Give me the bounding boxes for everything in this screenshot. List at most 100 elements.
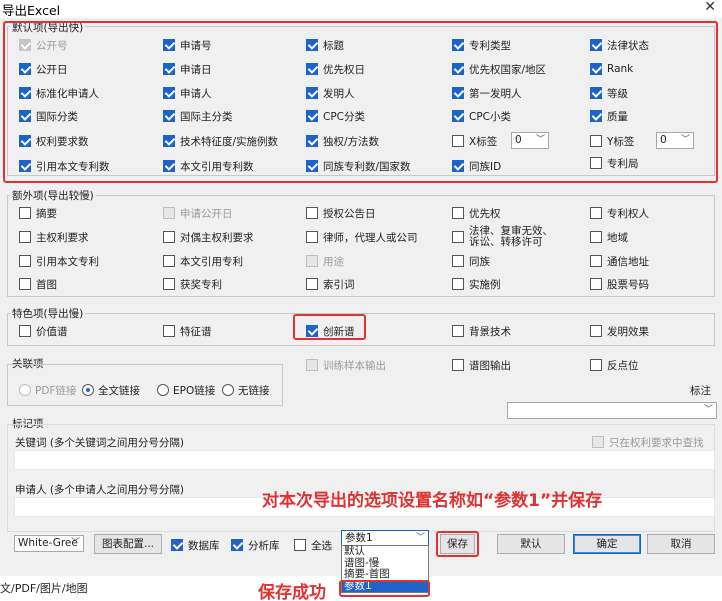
checkbox-pub-no[interactable]: 公开号 (19, 38, 68, 52)
checkbox-x-tag[interactable]: X标签 (452, 134, 497, 148)
checkbox-y-tag[interactable]: Y标签 (590, 134, 634, 148)
checkbox-applicant[interactable]: 申请人 (163, 86, 212, 100)
tab-map[interactable]: 地图 (66, 582, 88, 595)
checkbox-box[interactable] (19, 231, 31, 243)
checkbox-grade[interactable]: 等级 (590, 86, 628, 100)
checkbox-pub-date[interactable]: 公开日 (19, 62, 68, 76)
checkbox-box[interactable] (452, 63, 464, 75)
checkbox-box[interactable] (306, 87, 318, 99)
checkbox-box[interactable] (163, 207, 175, 219)
checkbox-box[interactable] (19, 160, 31, 172)
checkbox-box[interactable] (19, 63, 31, 75)
checkbox-box[interactable] (452, 231, 464, 243)
radio-dot[interactable] (222, 384, 234, 396)
checkbox-box[interactable] (590, 255, 602, 267)
radio-epo-link[interactable]: EPO链接 (157, 383, 215, 397)
checkbox-legal-review[interactable]: 法律、复审无效、诉讼、转移许可 (452, 226, 557, 248)
theme-select[interactable]: White-Gree ﹀ (14, 535, 84, 552)
checkbox-box[interactable] (452, 110, 464, 122)
checkbox-cpc[interactable]: CPC分类 (306, 109, 365, 123)
keyword-input[interactable] (14, 450, 715, 470)
checkbox-cpc-subclass[interactable]: CPC小类 (452, 109, 511, 123)
checkbox-box[interactable] (306, 207, 318, 219)
radio-fulltext-link[interactable]: 全文链接 (82, 383, 140, 397)
checkbox-box[interactable] (19, 135, 31, 147)
checkbox-title[interactable]: 标题 (306, 38, 344, 52)
checkbox-box[interactable] (590, 278, 602, 290)
checkbox-box[interactable] (306, 63, 318, 75)
checkbox-box[interactable] (306, 39, 318, 51)
radio-pdf-link[interactable]: PDF链接 (19, 383, 76, 397)
checkbox-box[interactable] (163, 325, 175, 337)
checkbox-cites-count[interactable]: 本文引用专利数 (163, 159, 254, 173)
checkbox-box[interactable] (452, 160, 464, 172)
checkbox-box[interactable] (163, 87, 175, 99)
annotation-select[interactable]: ﹀ (507, 402, 717, 419)
checkbox-main-claim[interactable]: 主权利要求 (19, 230, 89, 244)
checkbox-invention-effect[interactable]: 发明效果 (590, 324, 649, 338)
checkbox-box[interactable] (590, 135, 602, 147)
checkbox-box[interactable] (452, 325, 464, 337)
cancel-button[interactable]: 取消 (647, 534, 715, 554)
checkbox-box[interactable] (306, 255, 318, 267)
checkbox-box[interactable] (306, 231, 318, 243)
checkbox-reverse-point[interactable]: 反点位 (590, 358, 639, 372)
checkbox-family[interactable]: 同族 (452, 254, 490, 268)
confirm-button[interactable]: 确定 (573, 534, 641, 554)
checkbox-box[interactable] (294, 539, 306, 551)
checkbox-cites[interactable]: 本文引用专利 (163, 254, 243, 268)
checkbox-box[interactable] (163, 160, 175, 172)
checkbox-region[interactable]: 地域 (590, 230, 628, 244)
checkbox-train-output[interactable]: 训练样本输出 (306, 358, 386, 372)
checkbox-box[interactable] (590, 359, 602, 371)
checkbox-box[interactable] (171, 539, 183, 551)
checkbox-app-date[interactable]: 申请日 (163, 62, 212, 76)
checkbox-box[interactable] (452, 87, 464, 99)
checkbox-address[interactable]: 通信地址 (590, 254, 649, 268)
checkbox-priority-date[interactable]: 优先权日 (306, 62, 365, 76)
checkbox-background-tech[interactable]: 背景技术 (452, 324, 511, 338)
checkbox-legal-status[interactable]: 法律状态 (590, 38, 649, 52)
checkbox-patent-office[interactable]: 专利局 (590, 156, 639, 170)
checkbox-box[interactable] (163, 110, 175, 122)
checkbox-rank[interactable]: Rank (590, 62, 633, 76)
checkbox-box[interactable] (306, 135, 318, 147)
checkbox-box[interactable] (452, 278, 464, 290)
checkbox-patent-type[interactable]: 专利类型 (452, 38, 511, 52)
tab-pdf[interactable]: PDF (15, 582, 36, 595)
chart-config-button[interactable]: 图表配置... (94, 534, 162, 554)
checkbox-box[interactable] (19, 87, 31, 99)
checkbox-select-all[interactable]: 全选 (294, 538, 332, 552)
checkbox-ipc-main[interactable]: 国际主分类 (163, 109, 233, 123)
checkbox-claims-only[interactable]: 只在权利要求中查找 (592, 435, 704, 449)
tab-text[interactable]: 文 (0, 582, 11, 595)
checkbox-box[interactable] (452, 207, 464, 219)
checkbox-feature-spectrum[interactable]: 特征谱 (163, 324, 212, 338)
checkbox-box[interactable] (592, 436, 604, 448)
checkbox-claims-count[interactable]: 权利要求数 (19, 134, 89, 148)
checkbox-box[interactable] (590, 39, 602, 51)
checkbox-index-terms[interactable]: 索引词 (306, 277, 355, 291)
radio-dot[interactable] (19, 384, 31, 396)
checkbox-family-id[interactable]: 同族ID (452, 159, 501, 173)
checkbox-box[interactable] (19, 110, 31, 122)
checkbox-app-no[interactable]: 申请号 (163, 38, 212, 52)
checkbox-std-applicant[interactable]: 标准化申请人 (19, 86, 99, 100)
checkbox-cited-by[interactable]: 引用本文专利 (19, 254, 99, 268)
checkbox-award[interactable]: 获奖专利 (163, 277, 222, 291)
checkbox-box[interactable] (163, 63, 175, 75)
checkbox-box[interactable] (590, 110, 602, 122)
checkbox-image-output[interactable]: 谱图输出 (452, 358, 511, 372)
checkbox-box[interactable] (163, 231, 175, 243)
checkbox-cited-by-count[interactable]: 引用本文专利数 (19, 159, 110, 173)
checkbox-indep-claims[interactable]: 独权/方法数 (306, 134, 379, 148)
checkbox-quality[interactable]: 质量 (590, 109, 628, 123)
dropdown-option[interactable]: 默认 (342, 545, 428, 558)
checkbox-first-image[interactable]: 首图 (19, 277, 57, 291)
checkbox-ipc[interactable]: 国际分类 (19, 109, 78, 123)
checkbox-first-inventor[interactable]: 第一发明人 (452, 86, 522, 100)
checkbox-stock-code[interactable]: 股票号码 (590, 277, 649, 291)
checkbox-value-spectrum[interactable]: 价值谱 (19, 324, 68, 338)
checkbox-box[interactable] (306, 359, 318, 371)
checkbox-box[interactable] (590, 325, 602, 337)
